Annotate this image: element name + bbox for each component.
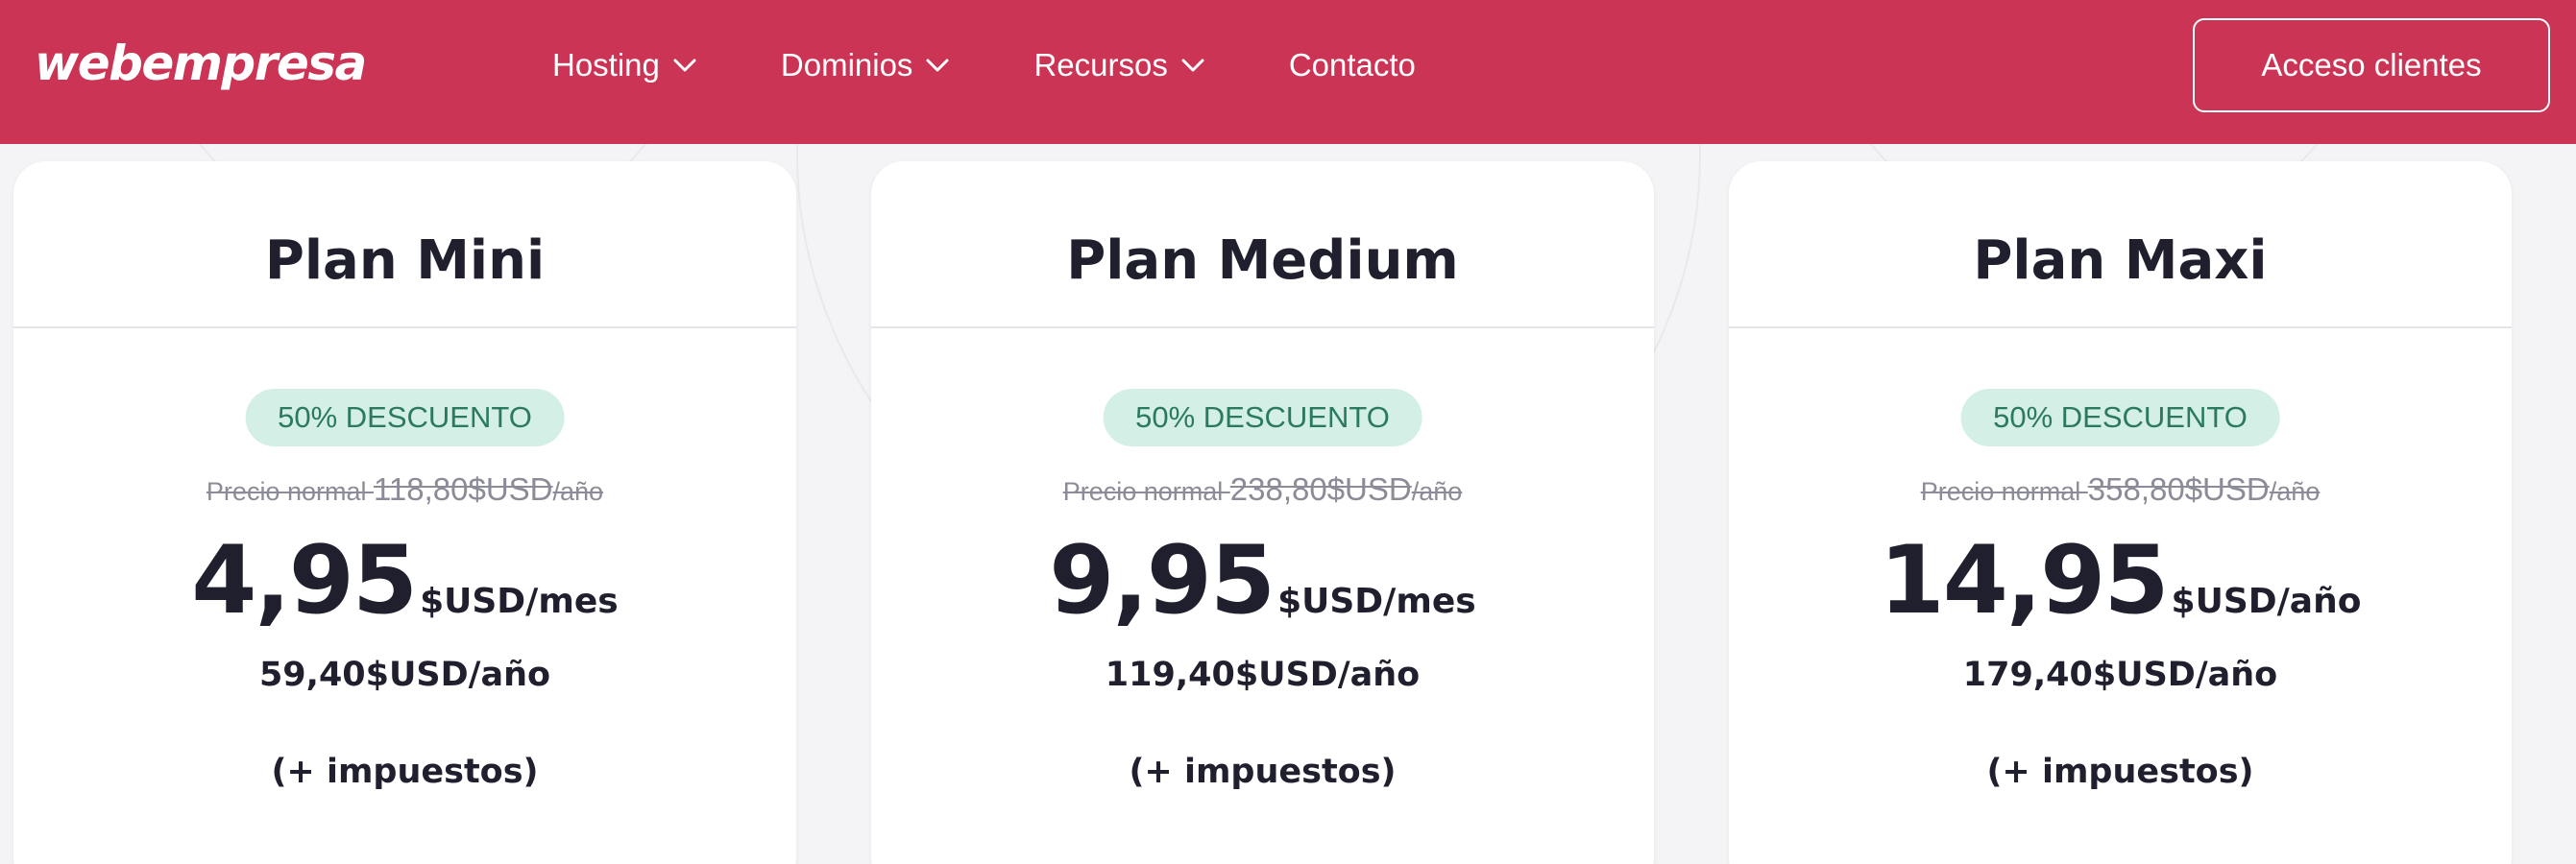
normal-price-amount: 358,80$USD bbox=[2087, 471, 2270, 507]
main-nav: Hosting Dominios Recursos Contacto bbox=[552, 38, 1500, 92]
nav-item-recursos[interactable]: Recursos bbox=[1033, 47, 1204, 84]
price-amount: 14,95 bbox=[1879, 526, 2170, 636]
discount-badge: 50% DESCUENTO bbox=[1103, 389, 1422, 446]
normal-price: Precio normal 358,80$USD/año bbox=[1729, 471, 2512, 508]
nav-item-dominios[interactable]: Dominios bbox=[781, 47, 950, 84]
normal-price: Precio normal 118,80$USD/año bbox=[13, 471, 796, 508]
plan-card-mini: Plan Mini 50% DESCUENTO Precio normal 11… bbox=[13, 161, 796, 864]
chevron-down-icon bbox=[673, 59, 696, 72]
normal-price-label: Precio normal bbox=[1920, 477, 2088, 506]
discount-badge: 50% DESCUENTO bbox=[245, 389, 565, 446]
price-amount: 9,95 bbox=[1049, 526, 1276, 636]
top-navigation-bar: webempresa Hosting Dominios Recursos Con… bbox=[0, 0, 2576, 144]
chevron-down-icon bbox=[926, 59, 949, 72]
price: 14,95 $USD/año bbox=[1729, 534, 2512, 628]
annual-price: 59,40$USD/año bbox=[258, 656, 551, 694]
price-unit: $USD/mes bbox=[420, 582, 619, 621]
card-divider bbox=[871, 326, 1654, 328]
webempresa-logo[interactable]: webempresa bbox=[35, 29, 367, 98]
discount-badge: 50% DESCUENTO bbox=[1960, 389, 2280, 446]
client-access-button[interactable]: Acceso clientes bbox=[2193, 18, 2550, 112]
plan-title: Plan Maxi bbox=[1973, 229, 2268, 292]
annual-price: 179,40$USD/año bbox=[1962, 656, 2278, 694]
taxes-note: (+ impuestos) bbox=[1129, 753, 1397, 791]
normal-price-period: /año bbox=[2269, 477, 2321, 506]
normal-price-label: Precio normal bbox=[206, 477, 374, 506]
nav-item-label: Recursos bbox=[1033, 47, 1168, 83]
card-divider bbox=[13, 326, 796, 328]
plan-card-maxi: Plan Maxi 50% DESCUENTO Precio normal 35… bbox=[1729, 161, 2512, 864]
nav-item-label: Dominios bbox=[780, 47, 913, 83]
price-unit: $USD/mes bbox=[1277, 582, 1476, 621]
nav-item-label: Contacto bbox=[1288, 47, 1416, 83]
price-unit: $USD/año bbox=[2171, 582, 2362, 621]
plan-card-medium: Plan Medium 50% DESCUENTO Precio normal … bbox=[871, 161, 1654, 864]
normal-price-amount: 238,80$USD bbox=[1229, 471, 1412, 507]
nav-item-hosting[interactable]: Hosting bbox=[552, 47, 696, 84]
normal-price: Precio normal 238,80$USD/año bbox=[871, 471, 1654, 508]
price-amount: 4,95 bbox=[191, 526, 418, 636]
taxes-note: (+ impuestos) bbox=[1986, 753, 2254, 791]
normal-price-period: /año bbox=[1411, 477, 1463, 506]
nav-item-contacto[interactable]: Contacto bbox=[1289, 47, 1416, 84]
plan-title: Plan Medium bbox=[1066, 229, 1459, 292]
card-divider bbox=[1729, 326, 2512, 328]
annual-price: 119,40$USD/año bbox=[1105, 656, 1421, 694]
price: 9,95 $USD/mes bbox=[871, 534, 1654, 628]
normal-price-amount: 118,80$USD bbox=[374, 471, 553, 507]
price: 4,95 $USD/mes bbox=[13, 534, 796, 628]
plan-title: Plan Mini bbox=[264, 229, 546, 292]
nav-item-label: Hosting bbox=[552, 47, 660, 83]
normal-price-label: Precio normal bbox=[1062, 477, 1230, 506]
normal-price-period: /año bbox=[552, 477, 604, 506]
taxes-note: (+ impuestos) bbox=[271, 753, 539, 791]
chevron-down-icon bbox=[1181, 59, 1204, 72]
